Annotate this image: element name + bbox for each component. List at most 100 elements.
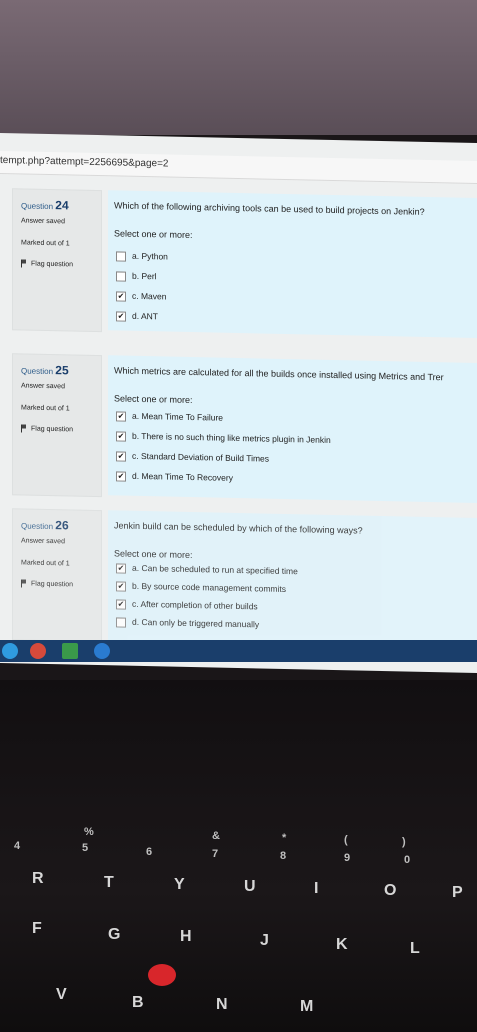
checkbox-checked[interactable]: ✔: [116, 563, 126, 574]
option-label: c. Maven: [132, 290, 167, 302]
option-b[interactable]: ✔ b. There is no such thing like metrics …: [116, 430, 331, 445]
option-label: b. By source code management commits: [132, 580, 287, 594]
flag-question-link[interactable]: Flag question: [21, 424, 73, 433]
flag-question-link[interactable]: Flag question: [21, 259, 73, 268]
option-c[interactable]: ✔ c. Standard Deviation of Build Times: [116, 450, 269, 464]
key-j[interactable]: J: [260, 932, 269, 950]
trackpoint-nub[interactable]: [148, 964, 176, 986]
question-text: Which metrics are calculated for all the…: [114, 365, 444, 383]
chrome-icon[interactable]: [30, 643, 46, 659]
question-label: Question: [21, 201, 54, 212]
key-y[interactable]: Y: [174, 876, 185, 894]
option-label: a. Mean Time To Failure: [132, 410, 224, 423]
checkbox-checked[interactable]: ✔: [116, 411, 126, 422]
option-label: c. Standard Deviation of Build Times: [132, 450, 270, 464]
monitor-bezel: [0, 0, 477, 135]
taskbar: [0, 640, 477, 662]
key-l[interactable]: L: [410, 940, 420, 958]
flag-label: Flag question: [31, 260, 74, 269]
question-marks: Marked out of 1: [21, 559, 70, 568]
key-g[interactable]: G: [108, 926, 120, 944]
checkbox-checked[interactable]: ✔: [116, 581, 126, 592]
question-info: Question 25 Answer saved Marked out of 1…: [12, 353, 102, 498]
question-content: Which metrics are calculated for all the…: [108, 355, 477, 503]
address-bar[interactable]: tempt.php?attempt=2256695&page=2: [0, 151, 477, 184]
question-label: Question: [21, 521, 54, 532]
question-24: Question 24 Answer saved Marked out of 1…: [12, 188, 477, 338]
question-25: Question 25 Answer saved Marked out of 1…: [12, 353, 477, 503]
option-label: a. Python: [132, 250, 168, 262]
question-marks: Marked out of 1: [21, 239, 70, 248]
question-number: Question 25: [21, 362, 69, 377]
key-f[interactable]: F: [32, 920, 42, 938]
key-n[interactable]: N: [216, 996, 228, 1014]
key-8[interactable]: 8: [280, 850, 286, 862]
key-k[interactable]: K: [336, 936, 348, 954]
option-a[interactable]: ✔ a. Can be scheduled to run at specified…: [116, 562, 298, 577]
option-b[interactable]: ✔ b. By source code management commits: [116, 580, 286, 594]
option-c[interactable]: ✔ c. After completion of other builds: [116, 598, 258, 612]
key-symbol[interactable]: *: [282, 832, 286, 844]
key-p[interactable]: P: [452, 884, 463, 902]
option-c[interactable]: ✔ c. Maven: [116, 290, 167, 302]
key-4[interactable]: 4: [14, 840, 20, 852]
question-number: Question 24: [21, 197, 69, 212]
checkbox-checked[interactable]: ✔: [116, 431, 126, 442]
checkbox-checked[interactable]: ✔: [116, 451, 126, 462]
flag-label: Flag question: [31, 425, 74, 434]
question-state: Answer saved: [21, 382, 65, 391]
key-9[interactable]: 9: [344, 852, 350, 864]
key-symbol[interactable]: ): [402, 836, 406, 848]
start-icon[interactable]: [2, 643, 18, 659]
key-0[interactable]: 0: [404, 854, 410, 866]
ie-icon[interactable]: [94, 643, 110, 659]
key-b[interactable]: B: [132, 994, 144, 1012]
option-a[interactable]: ✔ a. Mean Time To Failure: [116, 410, 223, 423]
key-u[interactable]: U: [244, 878, 256, 896]
key-symbol[interactable]: (: [344, 834, 348, 846]
checkbox[interactable]: [116, 251, 126, 262]
key-symbol[interactable]: %: [84, 826, 94, 838]
key-5[interactable]: 5: [82, 842, 88, 854]
option-a[interactable]: a. Python: [116, 250, 168, 262]
checkbox-checked[interactable]: ✔: [116, 291, 126, 302]
option-d[interactable]: ✔ d. ANT: [116, 310, 158, 322]
option-label: c. After completion of other builds: [132, 598, 258, 612]
flag-question-link[interactable]: Flag question: [21, 579, 73, 588]
question-text: Which of the following archiving tools c…: [114, 200, 425, 217]
excel-icon[interactable]: [62, 643, 78, 659]
key-h[interactable]: H: [180, 928, 192, 946]
question-number-value: 25: [55, 363, 69, 378]
key-7[interactable]: 7: [212, 848, 218, 860]
flag-icon: [21, 579, 28, 588]
checkbox[interactable]: [116, 617, 126, 628]
key-m[interactable]: M: [300, 998, 313, 1016]
option-label: a. Can be scheduled to run at specified …: [132, 562, 298, 577]
checkbox-checked[interactable]: ✔: [116, 599, 126, 610]
question-number-value: 26: [55, 518, 69, 533]
checkbox-checked[interactable]: ✔: [116, 471, 126, 482]
option-b[interactable]: b. Perl: [116, 270, 157, 282]
browser-window: tempt.php?attempt=2256695&page=2 Questio…: [0, 133, 477, 673]
option-d[interactable]: d. Can only be triggered manually: [116, 616, 259, 630]
question-26: Question 26 Answer saved Marked out of 1…: [12, 508, 477, 648]
laptop-keyboard: % & * ( ) 4 5 6 7 8 9 0 R T Y U I O P F …: [0, 680, 477, 1032]
key-t[interactable]: T: [104, 874, 114, 892]
key-symbol[interactable]: &: [212, 830, 220, 842]
checkbox-checked[interactable]: ✔: [116, 311, 126, 322]
question-text: Jenkin build can be scheduled by which o…: [114, 520, 363, 536]
key-v[interactable]: V: [56, 986, 67, 1004]
key-r[interactable]: R: [32, 870, 44, 888]
option-label: d. Can only be triggered manually: [132, 616, 260, 630]
question-number-value: 24: [55, 198, 69, 213]
question-state: Answer saved: [21, 217, 65, 226]
question-content: Jenkin build can be scheduled by which o…: [108, 510, 477, 648]
checkbox[interactable]: [116, 271, 126, 282]
key-o[interactable]: O: [384, 882, 396, 900]
option-d[interactable]: ✔ d. Mean Time To Recovery: [116, 470, 233, 483]
flag-label: Flag question: [31, 580, 74, 589]
key-i[interactable]: I: [314, 880, 318, 898]
answer-prompt: Select one or more:: [114, 393, 193, 406]
key-6[interactable]: 6: [146, 846, 152, 858]
option-label: b. Perl: [132, 270, 157, 282]
